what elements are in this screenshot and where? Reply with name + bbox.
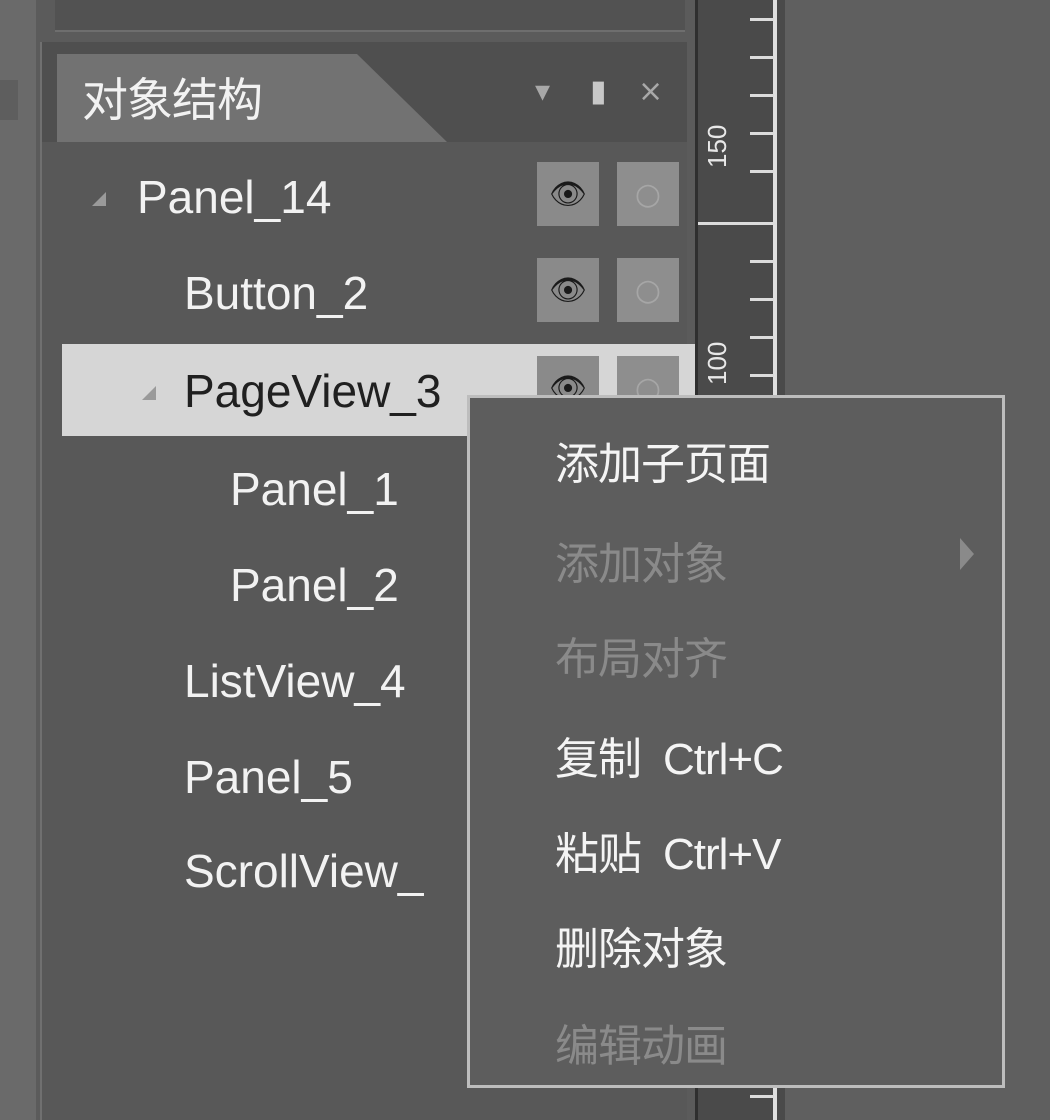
ruler-tick bbox=[750, 56, 774, 59]
menu-item-label: 添加子页面 bbox=[555, 439, 771, 490]
menu-item-delete-object[interactable]: 删除对象 bbox=[555, 913, 728, 977]
ruler-tick-major bbox=[698, 222, 776, 225]
menu-item-add-object[interactable]: 添加对象 bbox=[555, 528, 728, 592]
menu-item-label: 添加对象 bbox=[555, 539, 728, 590]
ruler-label-150: 150 bbox=[702, 124, 732, 168]
menu-item-label: 布局对齐 bbox=[555, 634, 728, 685]
dropdown-icon[interactable]: ▾ bbox=[535, 72, 550, 112]
tree-item-label: Panel_14 bbox=[137, 171, 332, 223]
context-menu: 添加子页面 添加对象 布局对齐 复制 Ctrl+C 粘贴 Ctrl+V 删除对象 编… bbox=[467, 395, 1005, 1088]
menu-item-label: 粘贴 bbox=[555, 829, 642, 880]
lock-circle-icon[interactable]: ○ bbox=[617, 162, 679, 226]
tree-item-label: Panel_2 bbox=[230, 559, 399, 611]
panel-title: 对象结构 bbox=[82, 73, 263, 127]
upper-panel-strip bbox=[55, 0, 685, 32]
menu-item-shortcut: Ctrl+C bbox=[663, 735, 784, 784]
menu-item-copy[interactable]: 复制 Ctrl+C bbox=[555, 723, 784, 787]
ruler-tick bbox=[750, 170, 774, 173]
ruler-tick bbox=[750, 298, 774, 301]
ruler-tick bbox=[750, 260, 774, 263]
menu-item-label: 删除对象 bbox=[555, 924, 728, 975]
tree-item-label: ListView_4 bbox=[184, 655, 406, 707]
expand-triangle-icon[interactable] bbox=[92, 192, 106, 206]
menu-item-layout-align[interactable]: 布局对齐 bbox=[555, 623, 728, 687]
visibility-eye-icon[interactable]: 👁 bbox=[537, 162, 599, 226]
menu-item-paste[interactable]: 粘贴 Ctrl+V bbox=[555, 818, 781, 882]
expand-triangle-icon[interactable] bbox=[142, 386, 156, 400]
submenu-arrow-icon bbox=[960, 538, 974, 570]
menu-item-label: 编辑动画 bbox=[555, 1021, 728, 1072]
ruler-tick bbox=[750, 94, 774, 97]
ruler-tick bbox=[750, 132, 774, 135]
ruler-tick bbox=[750, 1095, 774, 1098]
tree-item-panel-14[interactable]: Panel_14 👁 ○ bbox=[62, 150, 702, 245]
ruler-tick bbox=[750, 18, 774, 21]
menu-item-shortcut: Ctrl+V bbox=[663, 830, 781, 879]
menu-item-label: 复制 bbox=[555, 734, 642, 785]
close-icon[interactable]: × bbox=[638, 72, 663, 112]
tree-item-label: PageView_3 bbox=[184, 365, 442, 417]
lock-circle-icon[interactable]: ○ bbox=[617, 258, 679, 322]
ruler-label-100: 100 bbox=[702, 341, 732, 385]
visibility-eye-icon[interactable]: 👁 bbox=[537, 258, 599, 322]
menu-item-add-subpage[interactable]: 添加子页面 bbox=[555, 428, 771, 492]
tree-item-label: ScrollView_ bbox=[184, 845, 424, 897]
tree-item-label: Panel_1 bbox=[230, 463, 399, 515]
pin-icon[interactable]: ▮ bbox=[590, 72, 607, 112]
tree-item-label: Panel_5 bbox=[184, 751, 353, 803]
panel-header: 对象结构 ▾ ▮ × bbox=[42, 42, 687, 142]
window-frame-left bbox=[0, 0, 36, 1120]
tree-item-label: Button_2 bbox=[184, 267, 369, 319]
frame-edge bbox=[0, 80, 18, 120]
menu-item-edit-animation[interactable]: 编辑动画 bbox=[555, 1010, 728, 1074]
ruler-tick bbox=[750, 336, 774, 339]
tree-item-button-2[interactable]: Button_2 👁 ○ bbox=[62, 246, 702, 341]
ruler-tick bbox=[750, 374, 774, 377]
